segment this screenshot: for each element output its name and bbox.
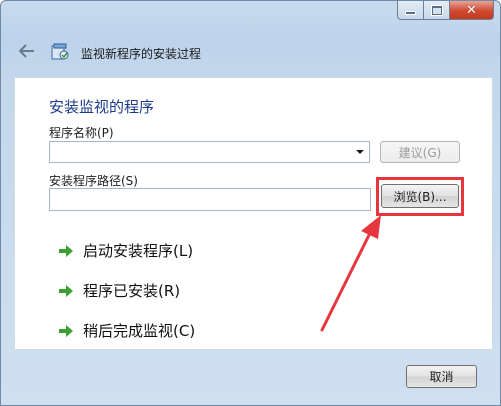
maximize-icon <box>431 5 442 15</box>
close-button[interactable]: ✕ <box>449 1 494 20</box>
green-arrow-icon <box>59 284 73 297</box>
command-link-finish-later[interactable]: 稍后完成监视(C) <box>59 320 195 341</box>
cancel-button[interactable]: 取消 <box>406 365 477 388</box>
back-arrow-icon <box>19 44 34 58</box>
command-link-label: 程序已安装(R) <box>83 282 181 300</box>
command-link-program-installed[interactable]: 程序已安装(R) <box>59 280 180 301</box>
section-title: 安装监视的程序 <box>49 98 155 116</box>
green-arrow-icon <box>59 324 73 337</box>
back-button[interactable] <box>17 41 37 61</box>
browse-button[interactable]: 浏览(B)... <box>381 184 459 208</box>
caption-buttons: ✕ <box>397 1 494 21</box>
install-path-input[interactable] <box>49 188 371 211</box>
install-path-label: 安装程序路径(S) <box>49 174 138 188</box>
command-link-label: 启动安装程序(L) <box>83 242 194 260</box>
command-link-label: 稍后完成监视(C) <box>83 322 196 340</box>
maximize-button[interactable] <box>423 1 449 20</box>
minimize-button[interactable] <box>397 1 423 20</box>
wizard-title: 监视新程序的安装过程 <box>81 47 202 61</box>
green-arrow-icon <box>59 244 73 257</box>
dropdown-arrow-icon[interactable] <box>356 150 364 154</box>
command-link-start-installer[interactable]: 启动安装程序(L) <box>59 240 193 261</box>
program-name-label: 程序名称(P) <box>49 126 114 140</box>
content-panel: 安装监视的程序 程序名称(P) 建议(G) 安装程序路径(S) 浏览(B)...… <box>14 77 493 350</box>
wizard-header: 监视新程序的安装过程 <box>1 35 500 69</box>
close-icon: ✕ <box>466 2 477 18</box>
program-name-combobox[interactable] <box>49 141 370 163</box>
wizard-window: ✕ 监视新程序的安装过程 安装监视的程序 程序名称(P) 建议(G) 安装程序路… <box>0 0 501 406</box>
suggest-button[interactable]: 建议(G) <box>380 141 460 163</box>
installer-app-icon <box>51 43 69 60</box>
minimize-icon <box>405 11 416 15</box>
